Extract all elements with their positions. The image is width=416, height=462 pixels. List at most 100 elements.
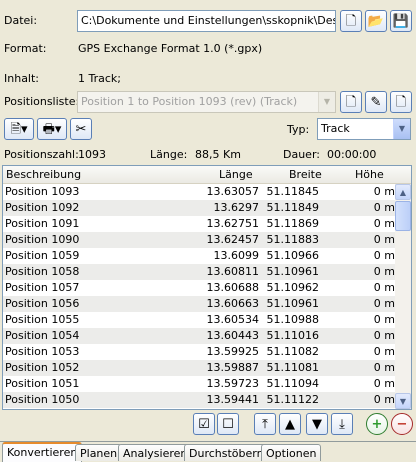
row-description: Position 1091 [5, 217, 80, 230]
new-file-button[interactable]: 🗋 [340, 10, 362, 32]
table-row[interactable]: Position 1091 13.62751 51.11869 0 m [3, 216, 395, 232]
edit-icon: ✎ [370, 94, 382, 110]
content-label: Inhalt: [4, 72, 40, 85]
chevron-down-icon: ▼ [318, 92, 335, 112]
save-icon: 💾 [392, 13, 410, 29]
table-row[interactable]: Position 1056 13.60663 51.10961 0 m [3, 296, 395, 312]
table-row[interactable]: Position 1053 13.59925 51.11082 0 m [3, 344, 395, 360]
list-icon: ☐ [222, 416, 234, 432]
type-select[interactable]: Track ▼ [317, 118, 411, 140]
header-description[interactable]: Beschreibung [6, 168, 81, 181]
row-longitude: 13.6297 [213, 201, 260, 214]
type-label: Typ: [287, 123, 310, 136]
tab-bar: Konvertieren Planen Analysieren Durchstö… [0, 441, 416, 462]
table-row[interactable]: Position 1055 13.60534 51.10988 0 m [3, 312, 395, 328]
row-elevation: 0 m [373, 281, 395, 294]
row-elevation: 0 m [373, 345, 395, 358]
add-position-button[interactable]: + [366, 413, 388, 435]
row-elevation: 0 m [373, 377, 395, 390]
move-top-button[interactable]: ⤒ [254, 413, 276, 435]
move-top-icon: ⤒ [262, 416, 268, 432]
row-description: Position 1052 [5, 361, 80, 374]
print-dropdown-button[interactable]: 🖶▾ [37, 118, 67, 140]
move-up-button[interactable]: ▲ [279, 413, 301, 435]
add-list-button[interactable]: 🗋 [340, 91, 362, 113]
row-elevation: 0 m [373, 393, 395, 406]
edit-list-button[interactable]: ✎ [365, 91, 387, 113]
row-description: Position 1093 [5, 185, 80, 198]
scroll-thumb[interactable] [395, 201, 411, 231]
move-down-button[interactable]: ▼ [306, 413, 328, 435]
delete-list-button[interactable]: 🗋 [390, 91, 412, 113]
positions-table[interactable]: Beschreibung Länge Breite Höhe Position … [2, 165, 412, 410]
arrow-down-icon: ▼ [312, 416, 322, 432]
header-latitude[interactable]: Breite [289, 168, 322, 181]
format-label: Format: [4, 42, 47, 55]
tab-analysieren[interactable]: Analysieren [118, 444, 193, 461]
file-path-field[interactable]: C:\Dokumente und Einstellungen\sskopnik\… [77, 10, 336, 32]
table-row[interactable]: Position 1093 13.63057 51.11845 0 m [3, 184, 395, 200]
length-label: Länge: [150, 148, 188, 161]
row-latitude: 51.11122 [266, 393, 320, 406]
scroll-down-button[interactable]: ▼ [395, 393, 411, 409]
save-file-button[interactable]: 💾 [390, 10, 412, 32]
tab-durchstoebern[interactable]: Durchstöbern [184, 444, 269, 461]
row-latitude: 51.11082 [266, 345, 320, 358]
open-file-button[interactable]: 📂 [365, 10, 387, 32]
import-dropdown-button[interactable]: 🗎▾ [4, 118, 34, 140]
minus-icon: − [396, 416, 408, 432]
select-all-button[interactable]: ☑ [193, 413, 215, 435]
table-row[interactable]: Position 1059 13.6099 51.10966 0 m [3, 248, 395, 264]
remove-position-button[interactable]: − [391, 413, 413, 435]
header-elevation[interactable]: Höhe [355, 168, 384, 181]
row-longitude: 13.60811 [206, 265, 260, 278]
table-header: Beschreibung Länge Breite Höhe [3, 166, 411, 184]
scroll-up-button[interactable]: ▲ [395, 184, 411, 200]
move-bottom-button[interactable]: ⤓ [331, 413, 353, 435]
row-longitude: 13.63057 [206, 185, 260, 198]
row-description: Position 1051 [5, 377, 80, 390]
table-row[interactable]: Position 1092 13.6297 51.11849 0 m [3, 200, 395, 216]
type-value: Track [321, 122, 350, 135]
row-latitude: 51.11094 [266, 377, 320, 390]
row-latitude: 51.11883 [266, 233, 320, 246]
row-longitude: 13.60534 [206, 313, 260, 326]
table-row[interactable]: Position 1057 13.60688 51.10962 0 m [3, 280, 395, 296]
row-latitude: 51.10961 [266, 297, 320, 310]
table-row[interactable]: Position 1090 13.62457 51.11883 0 m [3, 232, 395, 248]
row-longitude: 13.59723 [206, 377, 260, 390]
table-row[interactable]: Position 1054 13.60443 51.11016 0 m [3, 328, 395, 344]
poslist-label: Positionsliste: [4, 95, 80, 108]
row-description: Position 1054 [5, 329, 80, 342]
row-elevation: 0 m [373, 249, 395, 262]
printer-icon: 🖶▾ [42, 121, 62, 137]
table-row[interactable]: Position 1050 13.59441 51.11122 0 m [3, 392, 395, 408]
header-longitude[interactable]: Länge [219, 168, 253, 181]
row-latitude: 51.10988 [266, 313, 320, 326]
row-elevation: 0 m [373, 329, 395, 342]
tools-icon: ✂ [75, 121, 87, 137]
tools-button[interactable]: ✂ [70, 118, 92, 140]
tab-planen[interactable]: Planen [75, 444, 123, 461]
format-value: GPS Exchange Format 1.0 (*.gpx) [78, 42, 263, 55]
table-row[interactable]: Position 1058 13.60811 51.10961 0 m [3, 264, 395, 280]
count-label: Positionszahl: [4, 148, 79, 161]
table-row[interactable]: Position 1051 13.59723 51.11094 0 m [3, 376, 395, 392]
select-none-button[interactable]: ☐ [217, 413, 239, 435]
row-description: Position 1055 [5, 313, 80, 326]
checklist-icon: ☑ [198, 416, 210, 432]
row-latitude: 51.10962 [266, 281, 320, 294]
arrow-up-icon: ▲ [399, 187, 407, 197]
chevron-down-icon: ▼ [393, 119, 410, 139]
table-row[interactable]: Position 1052 13.59887 51.11081 0 m [3, 360, 395, 376]
vertical-scrollbar[interactable]: ▲ ▼ [395, 184, 411, 409]
row-elevation: 0 m [373, 233, 395, 246]
tab-konvertieren[interactable]: Konvertieren [2, 442, 83, 462]
row-latitude: 51.11845 [266, 185, 320, 198]
row-description: Position 1092 [5, 201, 80, 214]
row-longitude: 13.59441 [206, 393, 260, 406]
position-list-select[interactable]: Position 1 to Position 1093 (rev) (Track… [77, 91, 336, 113]
tab-optionen[interactable]: Optionen [261, 444, 322, 461]
position-list-value: Position 1 to Position 1093 (rev) (Track… [81, 95, 298, 108]
row-latitude: 51.11081 [266, 361, 320, 374]
